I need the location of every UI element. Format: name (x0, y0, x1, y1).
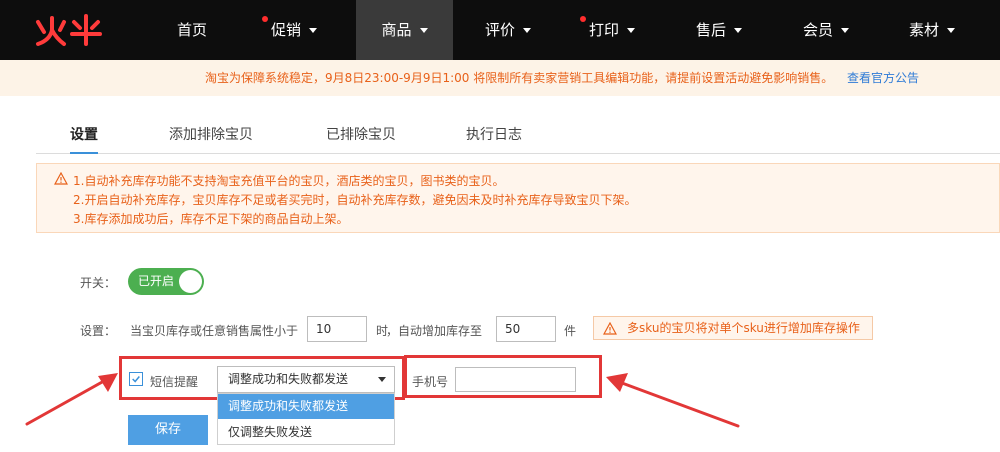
annotation-arrow-left (25, 373, 118, 426)
annotation-arrows (25, 373, 740, 428)
annotation-arrow-right (606, 373, 740, 428)
